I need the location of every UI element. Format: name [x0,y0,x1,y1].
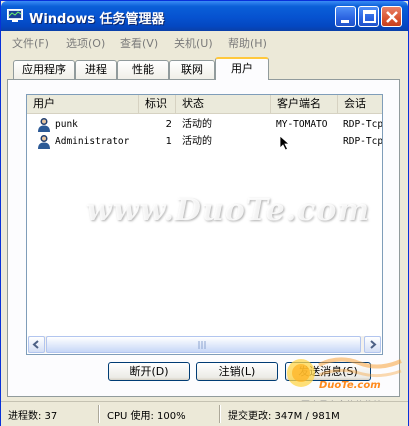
task-manager-icon [7,9,23,22]
user-name: Administrator [55,136,130,147]
tab-performance[interactable]: 性能 [117,60,169,79]
tab-strip: 应用程序 进程 性能 联网 用户 [1,56,408,80]
logo-name: DuoTe.com [319,380,381,391]
column-user[interactable]: 用户 [27,95,139,114]
scroll-left-button[interactable] [28,336,45,353]
tab-users[interactable]: 用户 [215,57,269,80]
cpu-usage: CPU 使用: 100% [107,411,186,422]
logoff-button[interactable]: 注销(L) [196,362,278,381]
list-header: 用户 标识 状态 客户端名 会话 [27,95,382,114]
watermark: www.DuoTe.com [86,193,371,228]
column-id[interactable]: 标识 [139,95,176,114]
user-status: 活动的 [182,136,212,147]
menu-view[interactable]: 查看(V) [120,35,158,51]
menu-bar: 文件(F) 选项(O) 查看(V) 关机(U) 帮助(H) [1,32,408,52]
column-session[interactable]: 会话 [338,95,382,114]
column-client-name[interactable]: 客户端名 [271,95,338,114]
table-row[interactable]: punk 2 活动的 MY-TOMATO RDP-Tcp [27,116,382,133]
user-icon [38,135,50,149]
session-id: 2 [165,119,172,130]
status-divider [98,405,100,423]
task-manager-window: Windows 任务管理器 文件(F) 选项(O) 查看(V) 关机(U) 帮助… [0,0,409,426]
maximize-icon [363,10,376,23]
menu-file[interactable]: 文件(F) [12,35,49,51]
menu-help[interactable]: 帮助(H) [228,35,267,51]
session-name: RDP-Tcp [343,119,383,130]
table-row[interactable]: Administrator 1 活动的 RDP-Tcp [27,133,382,150]
menu-shutdown[interactable]: 关机(U) [174,35,213,51]
close-icon [386,11,398,23]
arrow-right-icon [370,340,377,349]
tab-processes[interactable]: 进程 [75,60,117,79]
tab-networking[interactable]: 联网 [169,60,215,79]
status-divider [219,405,221,423]
client-name: MY-TOMATO [276,119,328,130]
status-bar: 进程数: 37 CPU 使用: 100% 提交更改: 347M / 981M [1,401,408,426]
maximize-button[interactable] [358,6,379,27]
column-status[interactable]: 状态 [176,95,271,114]
commit-charge: 提交更改: 347M / 981M [228,411,340,422]
session-id: 1 [165,136,172,147]
close-button[interactable] [381,6,402,27]
scrollbar-thumb[interactable] [46,336,361,353]
arrow-left-icon [32,340,39,349]
minimize-icon [341,20,349,23]
process-count: 进程数: 37 [8,411,58,422]
user-name: punk [55,119,78,130]
tab-applications[interactable]: 应用程序 [13,60,75,79]
grip-icon [198,341,206,349]
disconnect-button[interactable]: 断开(D) [108,362,190,381]
scroll-right-button[interactable] [364,336,381,353]
title-bar[interactable]: Windows 任务管理器 [1,1,408,31]
user-icon [38,118,50,132]
horizontal-scrollbar[interactable] [28,336,381,353]
mouse-cursor-icon [279,135,291,151]
minimize-button[interactable] [335,6,356,27]
user-status: 活动的 [182,119,212,130]
window-title: Windows 任务管理器 [29,12,165,27]
session-name: RDP-Tcp [343,136,383,147]
menu-options[interactable]: 选项(O) [66,35,105,51]
